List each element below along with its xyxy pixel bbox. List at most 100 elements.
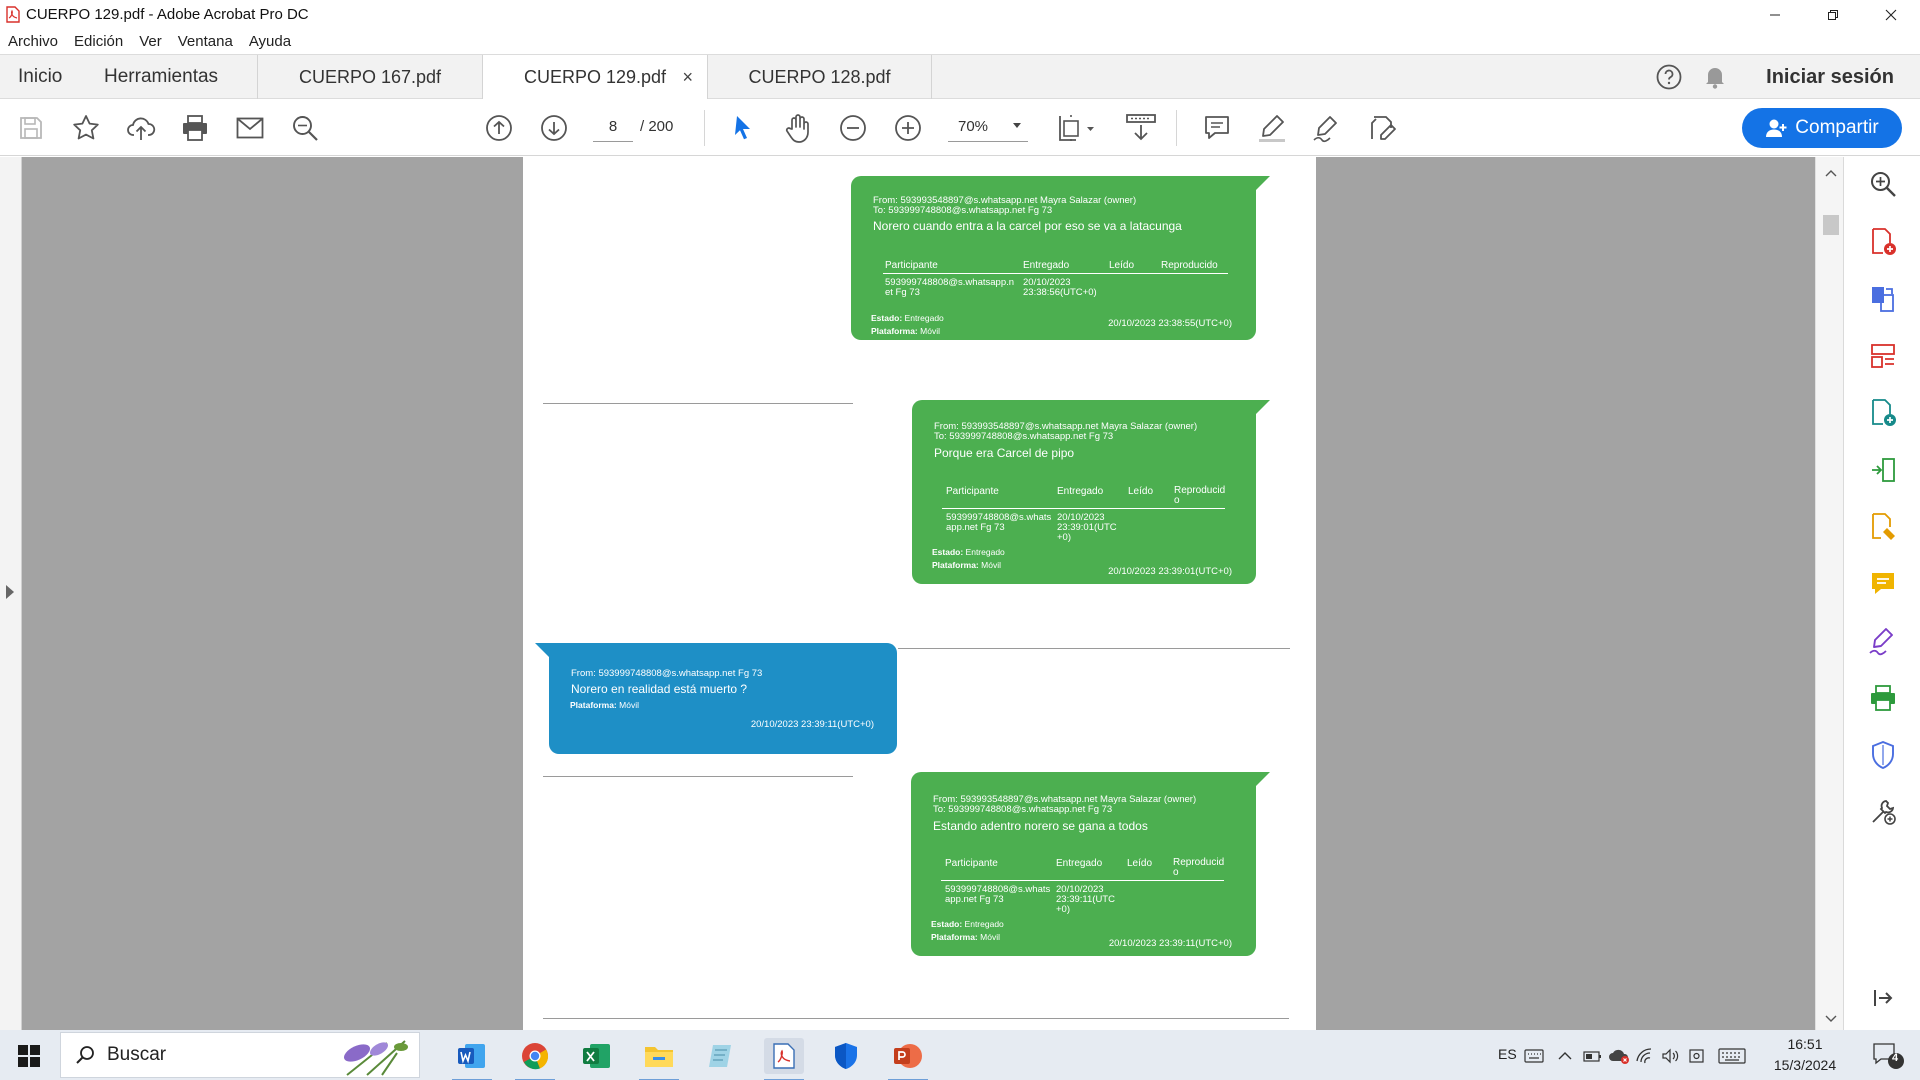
notes-icon[interactable]: [701, 1038, 741, 1074]
add-user-icon: [1765, 118, 1787, 138]
page-fit-icon[interactable]: [1053, 111, 1099, 145]
scroll-thumb[interactable]: [1823, 215, 1839, 235]
table-header-leido: Leído: [1127, 858, 1153, 869]
menu-ver[interactable]: Ver: [139, 33, 162, 50]
zoom-in-icon[interactable]: [891, 111, 925, 145]
chevron-up-icon[interactable]: [1552, 1038, 1578, 1074]
save-icon[interactable]: [14, 111, 48, 145]
help-icon[interactable]: [1656, 64, 1682, 90]
zoom-panel-icon[interactable]: [1868, 169, 1898, 199]
close-window-button[interactable]: [1862, 0, 1920, 29]
request-sign-icon[interactable]: [1868, 512, 1898, 542]
email-icon[interactable]: [233, 111, 267, 145]
edit-pdf-icon[interactable]: [1868, 455, 1898, 485]
bell-icon[interactable]: [1704, 65, 1726, 89]
highlight-pen-icon[interactable]: [1255, 111, 1289, 145]
system-clock[interactable]: 16:51 15/3/2024: [1760, 1034, 1850, 1076]
message-divider: [898, 648, 1290, 649]
tab-herramientas[interactable]: Herramientas: [104, 55, 218, 99]
file-explorer-icon[interactable]: [639, 1038, 679, 1080]
pdf-page[interactable]: From: 593993548897@s.whatsapp.net Mayra …: [523, 157, 1316, 1030]
volume-icon[interactable]: [1658, 1038, 1684, 1074]
select-cursor-icon[interactable]: [726, 111, 760, 145]
search-zoom-icon[interactable]: [288, 111, 322, 145]
menu-archivo[interactable]: Archivo: [8, 33, 58, 50]
tab-cuerpo-128[interactable]: CUERPO 128.pdf: [707, 55, 932, 99]
comment-panel-icon[interactable]: [1868, 569, 1898, 599]
create-pdf-icon[interactable]: [1868, 227, 1898, 257]
windows-start-icon[interactable]: [9, 1038, 49, 1074]
camera-icon[interactable]: [1684, 1038, 1710, 1074]
chrome-icon[interactable]: [515, 1038, 555, 1080]
message-to: To: 593999748808@s.whatsapp.net Fg 73: [873, 205, 1053, 216]
delivered-cell: 20/10/2023 23:39:01(UTC +0): [1057, 512, 1117, 543]
notification-center-icon[interactable]: 4: [1872, 1042, 1904, 1070]
scroll-up-icon[interactable]: [1825, 169, 1837, 177]
toolbar-divider: [704, 110, 705, 146]
share-button[interactable]: Compartir: [1742, 108, 1902, 148]
export-pdf-icon[interactable]: [1868, 284, 1898, 314]
expand-panel-icon[interactable]: [1868, 983, 1898, 1013]
language-indicator[interactable]: ES: [1498, 1046, 1517, 1062]
scroll-down-icon[interactable]: [1825, 1015, 1837, 1023]
next-page-icon[interactable]: [537, 111, 571, 145]
more-tools-icon[interactable]: [1868, 797, 1898, 827]
menu-ventana[interactable]: Ventana: [178, 33, 233, 50]
acrobat-icon[interactable]: [764, 1038, 804, 1080]
bubble-tail: [535, 643, 549, 657]
hand-tool-icon[interactable]: [781, 111, 815, 145]
message-meta: Estado: Entregado Plataforma: Móvil: [871, 313, 944, 336]
word-icon[interactable]: [452, 1038, 492, 1080]
organize-pages-icon[interactable]: [1868, 341, 1898, 371]
tab-inicio[interactable]: Inicio: [18, 55, 62, 99]
clock-time: 16:51: [1787, 1036, 1823, 1052]
fill-and-sign-icon[interactable]: [1868, 626, 1898, 656]
defender-icon[interactable]: [826, 1038, 866, 1074]
print-icon[interactable]: [178, 111, 212, 145]
wifi-icon[interactable]: [1632, 1038, 1658, 1074]
minimize-button[interactable]: [1746, 0, 1804, 29]
clock-date: 15/3/2024: [1773, 1057, 1837, 1073]
taskbar-search[interactable]: Buscar: [60, 1032, 420, 1078]
cloud-upload-icon[interactable]: [124, 111, 158, 145]
protect-shield-icon[interactable]: [1868, 740, 1898, 770]
message-from: From: 593999748808@s.whatsapp.net Fg 73: [571, 668, 763, 679]
keyboard-layout-icon[interactable]: [1520, 1038, 1548, 1074]
zoom-out-icon[interactable]: [836, 111, 870, 145]
onedrive-error-icon[interactable]: [1606, 1038, 1632, 1074]
lavender-decoration-icon: [327, 1035, 417, 1077]
left-panel-toggle[interactable]: [0, 157, 22, 1030]
sign-in-link[interactable]: Iniciar sesión: [1766, 66, 1894, 89]
menu-ayuda[interactable]: Ayuda: [249, 33, 291, 50]
excel-icon[interactable]: [577, 1038, 617, 1074]
message-divider: [543, 776, 853, 777]
message-meta: Plataforma: Móvil: [570, 700, 639, 710]
vertical-scrollbar[interactable]: [1815, 157, 1843, 1030]
scan-ocr-icon[interactable]: [1868, 683, 1898, 713]
previous-page-icon[interactable]: [482, 111, 516, 145]
table-header-reproducido: Reproducido: [1174, 485, 1226, 506]
powerpoint-icon[interactable]: [888, 1038, 928, 1080]
notification-count: 4: [1892, 1052, 1899, 1064]
message-bubble-incoming: From: 593999748808@s.whatsapp.net Fg 73 …: [535, 643, 897, 754]
menu-edicion[interactable]: Edición: [74, 33, 123, 50]
combine-files-icon[interactable]: [1868, 398, 1898, 428]
table-header-leido: Leído: [1128, 486, 1154, 497]
chevron-down-icon: [1012, 122, 1022, 130]
close-tab-icon[interactable]: ×: [682, 67, 693, 88]
tab-cuerpo-129[interactable]: CUERPO 129.pdf ×: [482, 55, 707, 100]
table-header-reproducido: Reproducido: [1173, 857, 1225, 878]
restore-button[interactable]: [1804, 0, 1862, 29]
draw-signature-icon[interactable]: [1310, 111, 1344, 145]
message-timestamp: 20/10/2023 23:39:01(UTC+0): [1108, 566, 1232, 577]
page-number-input[interactable]: [593, 112, 633, 142]
comment-icon[interactable]: [1200, 111, 1234, 145]
zoom-level-select[interactable]: 70%: [948, 112, 1028, 142]
scroll-mode-icon[interactable]: [1122, 111, 1160, 145]
fill-sign-icon[interactable]: [1365, 111, 1399, 145]
message-timestamp: 20/10/2023 23:38:55(UTC+0): [1108, 318, 1232, 329]
battery-icon[interactable]: [1580, 1038, 1606, 1074]
star-icon[interactable]: [69, 111, 103, 145]
touch-keyboard-icon[interactable]: [1714, 1038, 1750, 1074]
tab-cuerpo-167[interactable]: CUERPO 167.pdf: [257, 55, 482, 99]
